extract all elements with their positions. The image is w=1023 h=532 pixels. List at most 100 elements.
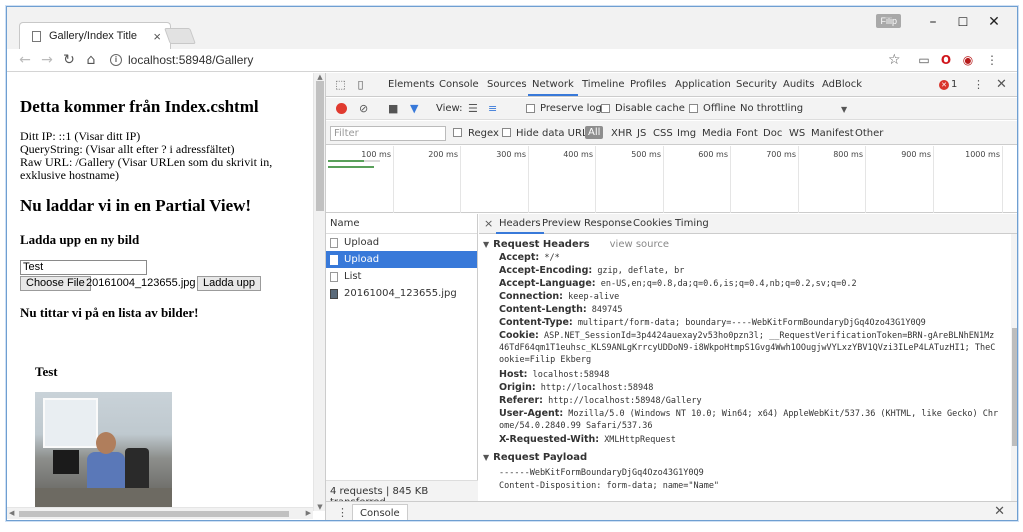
collapse-triangle-icon: ▼ [483,240,490,249]
hide-data-urls-label: Hide data URLs [516,128,593,139]
scroll-right-icon[interactable]: ▶ [306,509,311,517]
device-toolbar-icon[interactable]: ▯ [354,78,367,91]
error-count: 1 [951,79,958,90]
image-list-heading: Nu tittar vi på en lista av bilder! [20,305,199,320]
filter-input[interactable]: Filter [330,126,446,141]
error-icon: ✕ [939,80,949,90]
type-filter-other[interactable]: Other [855,128,883,139]
tab-application[interactable]: Application [675,79,731,90]
drawer-tab-console[interactable]: Console [352,504,408,520]
details-scroll-thumb[interactable] [1012,328,1017,446]
devtools-menu-icon[interactable]: ⋮ [972,78,985,91]
throttling-select[interactable]: No throttling [740,103,803,114]
address-bar[interactable]: i localhost:58948/Gallery [109,50,909,70]
request-row-image[interactable]: 20161004_123655.jpg [326,285,477,302]
close-details-icon[interactable]: × [484,217,493,230]
forward-icon[interactable]: → [37,52,57,68]
tab-timing[interactable]: Timing [675,218,709,229]
page-vertical-scrollbar[interactable]: ▲ ▼ [313,73,325,511]
disable-cache-checkbox[interactable] [601,104,610,113]
tab-elements[interactable]: Elements [388,79,435,90]
back-icon[interactable]: ← [15,52,35,68]
request-row-list[interactable]: List [326,268,477,285]
close-window-icon[interactable]: ✕ [984,15,1004,29]
clear-icon[interactable]: ⊘ [359,102,368,115]
image-name-input[interactable]: Test [20,260,147,275]
throttling-dropdown-icon[interactable]: ▼ [841,105,847,114]
name-column-header[interactable]: Name [326,214,477,234]
tab-headers[interactable]: Headers [496,218,544,234]
new-tab-button[interactable] [164,28,196,44]
record-icon[interactable] [336,103,347,114]
hide-data-urls-checkbox[interactable] [502,128,511,137]
overview-icon[interactable]: ≡ [488,102,497,115]
inspect-element-icon[interactable]: ⬚ [334,78,347,91]
page-hscroll-thumb[interactable] [19,511,289,517]
capture-screenshots-icon[interactable]: ■ [388,102,398,115]
close-drawer-icon[interactable]: ✕ [994,504,1005,519]
tab-sources[interactable]: Sources [487,79,527,90]
type-filter-xhr[interactable]: XHR [611,128,632,139]
request-info: Ditt IP: ::1 (Visar ditt IP) QueryString… [20,130,300,182]
opera-icon[interactable]: O [939,53,953,67]
tab-network[interactable]: Network [528,79,578,96]
choose-file-button[interactable]: Choose File [20,276,91,291]
menu-icon[interactable]: ⋮ [985,53,999,67]
type-filter-img[interactable]: Img [677,128,696,139]
type-filter-doc[interactable]: Doc [763,128,782,139]
browser-window: Gallery/Index Title × Filip – ☐ ✕ ← → ↻ … [6,6,1018,521]
minimize-icon[interactable]: – [923,15,943,29]
tab-console[interactable]: Console [439,79,479,90]
tab-timeline[interactable]: Timeline [582,79,625,90]
scroll-left-icon[interactable]: ◀ [9,509,14,517]
upload-button[interactable]: Ladda upp [197,276,261,291]
tab-security[interactable]: Security [736,79,777,90]
page-horizontal-scrollbar[interactable]: ◀ ▶ [7,507,313,519]
type-filter-font[interactable]: Font [736,128,758,139]
details-scrollbar[interactable] [1011,234,1017,501]
type-filter-ws[interactable]: WS [789,128,805,139]
tab-cookies[interactable]: Cookies [633,218,672,229]
request-payload-section[interactable]: ▼ Request Payload [483,452,587,463]
network-overview-timeline[interactable]: 100 ms 200 ms 300 ms 400 ms 500 ms 600 m… [326,146,1017,213]
tab-profiles[interactable]: Profiles [630,79,666,90]
filter-icon[interactable]: ▼ [410,102,418,115]
info-icon[interactable]: i [110,54,122,66]
home-icon[interactable]: ⌂ [81,52,101,68]
extension-icon[interactable]: ◉ [961,53,975,67]
view-source-link[interactable]: view source [610,239,669,250]
type-filter-manifest[interactable]: Manifest [811,128,854,139]
browser-tab[interactable]: Gallery/Index Title × [19,22,171,49]
regex-checkbox[interactable] [453,128,462,137]
close-devtools-icon[interactable]: ✕ [995,78,1008,91]
scroll-up-icon[interactable]: ▲ [316,73,324,81]
maximize-icon[interactable]: ☐ [953,15,973,29]
type-filter-all[interactable]: All [585,126,604,139]
type-filter-css[interactable]: CSS [653,128,673,139]
page-scroll-thumb[interactable] [316,81,324,211]
header-row: X-Requested-With: XMLHttpRequest [499,434,676,445]
offline-checkbox[interactable] [689,104,698,113]
type-filter-media[interactable]: Media [702,128,732,139]
tab-preview[interactable]: Preview [542,218,581,229]
bookmark-star-icon[interactable]: ☆ [888,52,901,68]
request-row-upload[interactable]: Upload [326,234,477,251]
error-count-badge[interactable]: ✕ 1 [939,79,957,90]
tab-audits[interactable]: Audits [783,79,814,90]
gallery-image[interactable] [35,392,172,511]
profile-badge[interactable]: Filip [876,14,901,28]
preserve-log-checkbox[interactable] [526,104,535,113]
large-rows-icon[interactable]: ☰ [468,102,478,115]
tab-response[interactable]: Response [584,218,632,229]
request-headers-section[interactable]: ▼ Request Headers view source [483,239,669,250]
tab-adblock[interactable]: AdBlock [822,79,862,90]
close-tab-icon[interactable]: × [153,29,161,44]
reload-icon[interactable]: ↻ [59,52,79,68]
header-row: Connection: keep-alive [499,291,620,302]
type-filter-js[interactable]: JS [637,128,646,139]
scroll-down-icon[interactable]: ▼ [316,503,324,511]
header-row: Host: localhost:58948 [499,369,610,380]
drawer-menu-icon[interactable]: ⋮ [337,506,348,519]
cast-icon[interactable]: ▭ [917,53,931,67]
request-row-upload-selected[interactable]: Upload [326,251,477,268]
